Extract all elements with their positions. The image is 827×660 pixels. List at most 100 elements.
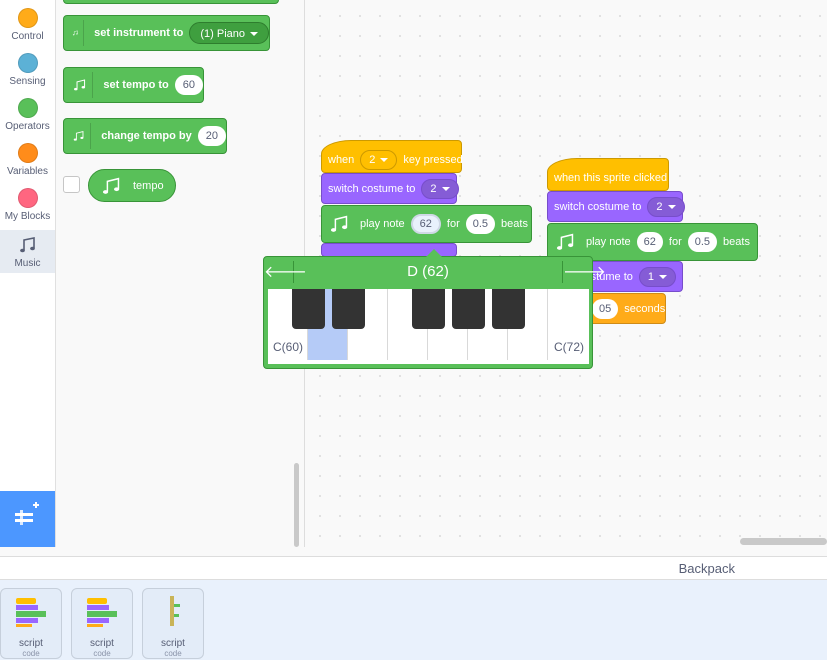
workspace-horizontal-scrollbar[interactable]: [740, 538, 827, 545]
key-value: 2: [369, 153, 376, 166]
block-label: beats: [723, 236, 750, 248]
block-label: when this sprite clicked: [554, 171, 668, 184]
tempo-reporter-block[interactable]: tempo: [88, 169, 176, 202]
caret-down-icon: [250, 32, 258, 37]
wait-seconds-input[interactable]: 05: [592, 298, 619, 319]
piano-key-f-sharp[interactable]: [412, 289, 445, 329]
block-label: seconds: [624, 302, 666, 315]
script-thumbnail-icon: [16, 598, 46, 627]
palette-block-partial[interactable]: [63, 0, 279, 4]
category-label: Variables: [7, 166, 48, 177]
costume-dropdown[interactable]: 1: [638, 266, 676, 287]
item-type: code: [93, 649, 111, 658]
add-extension-icon: [15, 502, 39, 525]
next-octave-button[interactable]: 🡒: [562, 261, 606, 283]
backpack-item[interactable]: script code: [142, 588, 204, 659]
tempo-change-input[interactable]: 20: [197, 126, 226, 146]
when-key-pressed-block[interactable]: when 2 key pressed: [321, 140, 463, 173]
music-note-icon: [330, 215, 348, 232]
music-note-icon: [102, 177, 120, 194]
note-input[interactable]: 62: [410, 214, 441, 234]
play-note-block[interactable]: play note 62 for 0.5 beats: [321, 205, 532, 243]
block-label: beats: [501, 218, 528, 230]
script-thumbnail-icon: [170, 596, 180, 626]
category-menu: Control Sensing Operators Variables My B…: [0, 0, 56, 547]
instrument-value: (1) Piano: [200, 28, 245, 40]
piano-header: 🡐 D (62) 🡒: [264, 257, 606, 287]
popup-pointer: [426, 249, 442, 257]
set-tempo-block[interactable]: set tempo to 60: [63, 67, 204, 103]
costume-dropdown[interactable]: 2: [421, 178, 459, 199]
high-note-label: C(72): [553, 340, 584, 354]
block-label: set instrument to: [94, 27, 184, 39]
backpack-title: Backpack: [678, 561, 735, 576]
category-my-blocks[interactable]: My Blocks: [0, 188, 55, 233]
change-tempo-block[interactable]: change tempo by 20: [63, 118, 227, 154]
backpack-header[interactable]: Backpack: [0, 556, 827, 580]
category-variables[interactable]: Variables: [0, 143, 55, 188]
caret-down-icon: [667, 204, 676, 209]
costume-value: 2: [656, 200, 663, 213]
caret-down-icon: [441, 186, 450, 191]
switch-costume-block[interactable]: switch costume to 2: [321, 173, 459, 204]
costume-value: 2: [430, 182, 437, 195]
tempo-value-input[interactable]: 60: [174, 75, 203, 95]
beats-input[interactable]: 0.5: [687, 232, 718, 252]
key-dropdown[interactable]: 2: [360, 149, 398, 170]
piano-key-g-sharp[interactable]: [452, 289, 485, 329]
block-label: for: [668, 236, 682, 248]
music-note-icon: [74, 72, 94, 98]
piano-key-a-sharp[interactable]: [492, 289, 525, 329]
arrow-right-icon: 🡒: [563, 264, 606, 281]
block-label: key pressed: [403, 153, 463, 166]
add-extension-button[interactable]: [0, 491, 55, 547]
palette-scrollbar[interactable]: [294, 463, 299, 547]
block-label: when: [328, 153, 355, 166]
backpack-item[interactable]: script code: [71, 588, 133, 659]
piano-key-c-sharp[interactable]: [292, 289, 325, 329]
music-notes-icon: [19, 237, 35, 253]
reporter-label: tempo: [133, 179, 164, 192]
caret-down-icon: [380, 157, 389, 162]
block-label: change tempo by: [101, 130, 192, 142]
operators-dot-icon: [17, 98, 38, 118]
instrument-dropdown[interactable]: (1) Piano: [189, 22, 269, 44]
variables-dot-icon: [17, 143, 38, 163]
music-note-icon: [72, 20, 85, 46]
backpack-item[interactable]: script code: [0, 588, 62, 659]
category-label: Sensing: [9, 76, 46, 87]
set-instrument-block[interactable]: set instrument to (1) Piano: [63, 15, 270, 51]
script-thumbnail-icon: [87, 598, 117, 627]
caret-down-icon: [659, 274, 667, 279]
piano-key-d-sharp[interactable]: [332, 289, 365, 329]
when-sprite-clicked-block[interactable]: when this sprite clicked: [547, 158, 669, 191]
switch-costume-block[interactable]: switch costume to 2: [547, 191, 685, 222]
item-title: script: [19, 638, 43, 649]
tempo-monitor-checkbox[interactable]: [63, 176, 80, 193]
category-sensing[interactable]: Sensing: [0, 53, 55, 98]
music-note-icon: [73, 123, 92, 149]
item-title: script: [161, 638, 185, 649]
sensing-dot-icon: [17, 53, 38, 73]
block-label: switch costume to: [554, 200, 642, 213]
music-note-icon: [556, 233, 574, 250]
my-blocks-dot-icon: [17, 188, 38, 208]
category-operators[interactable]: Operators: [0, 98, 55, 143]
item-type: code: [22, 649, 40, 658]
backpack-panel: script code script code script code: [0, 580, 827, 660]
category-label: Music: [14, 258, 41, 269]
block-label: set tempo to: [103, 79, 169, 91]
piano-keyboard: C(60) C(72): [268, 289, 589, 364]
category-label: Control: [11, 31, 44, 42]
item-title: script: [90, 638, 114, 649]
category-label: My Blocks: [4, 211, 51, 222]
category-music[interactable]: Music: [0, 230, 55, 273]
note-input[interactable]: 62: [636, 232, 663, 252]
beats-input[interactable]: 0.5: [465, 214, 496, 234]
block-label: switch costume to: [328, 182, 416, 195]
category-control[interactable]: Control: [0, 8, 55, 53]
costume-dropdown[interactable]: 2: [647, 196, 685, 217]
block-label: play note: [360, 218, 405, 230]
low-note-label: C(60): [273, 340, 304, 354]
piano-picker: 🡐 D (62) 🡒 C(60) C(72): [263, 249, 606, 369]
